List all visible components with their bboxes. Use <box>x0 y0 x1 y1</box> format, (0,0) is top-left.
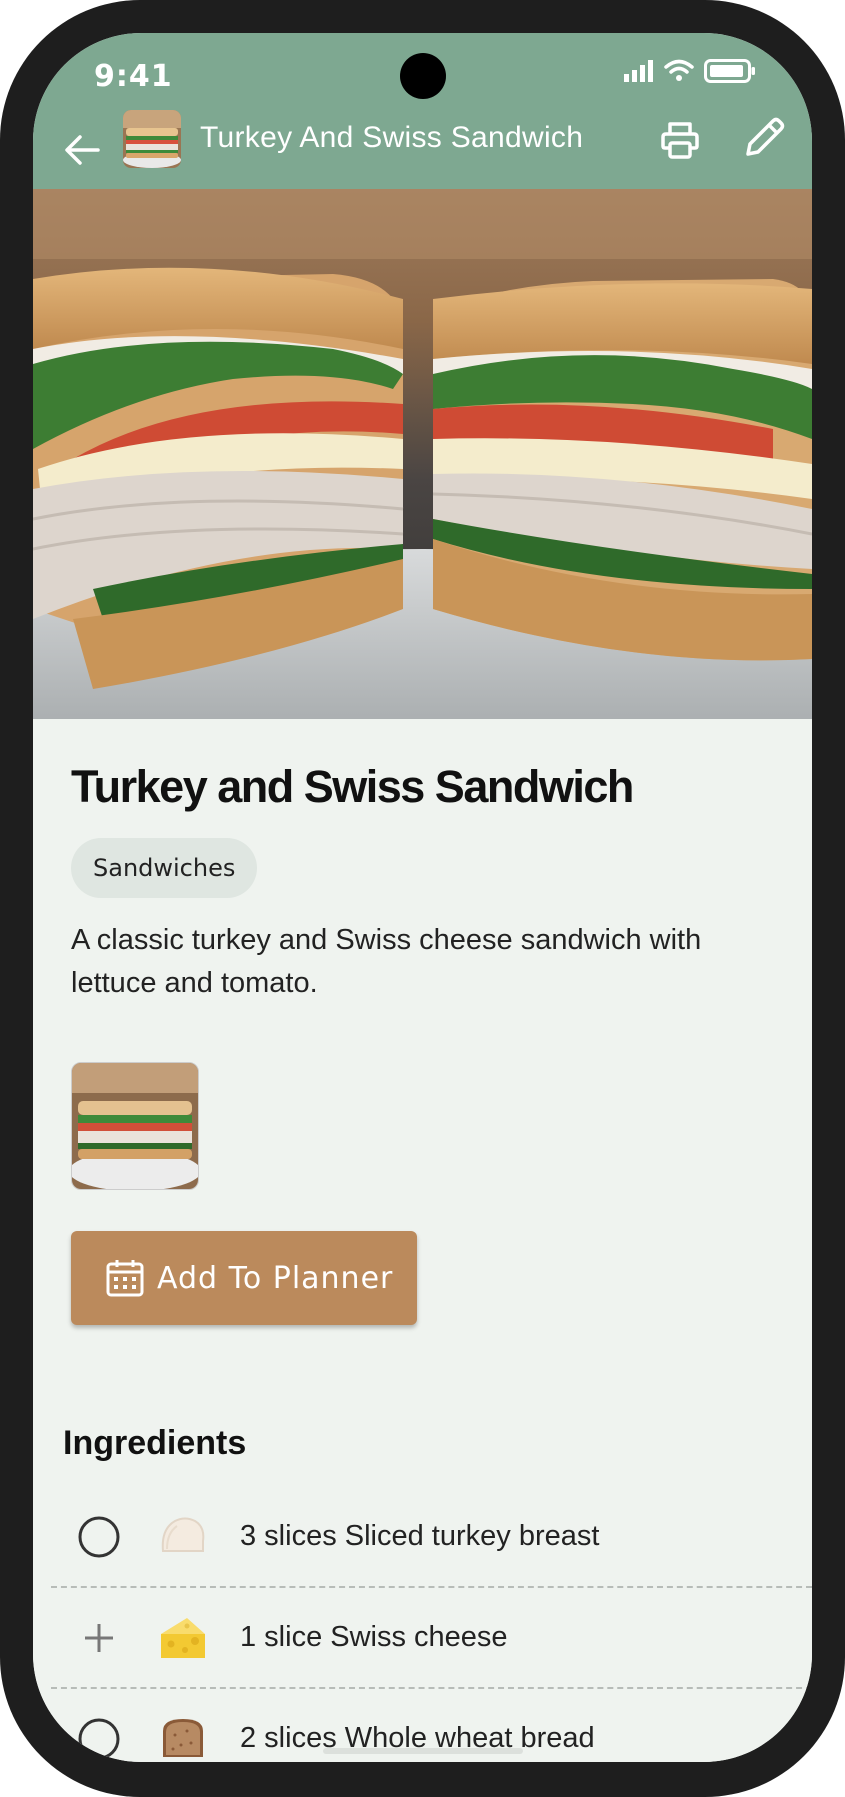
edit-button[interactable] <box>739 113 789 163</box>
ingredient-add-button[interactable] <box>75 1614 123 1662</box>
app-bar-title: Turkey And Swiss Sandwich <box>200 121 584 154</box>
bread-icon <box>157 1713 209 1763</box>
pencil-icon <box>746 117 785 156</box>
hero-image <box>33 189 812 719</box>
battery-icon <box>704 59 755 83</box>
signal-icon <box>624 60 653 82</box>
status-time: 9:41 <box>94 59 173 94</box>
gallery-thumbnail[interactable] <box>71 1062 199 1190</box>
calendar-icon <box>106 1260 144 1297</box>
device-frame: 9:41 Turkey And Swiss Sandwich Turkey an… <box>0 0 845 1797</box>
turkey-slice-icon <box>157 1511 209 1563</box>
ingredient-text: 3 slices Sliced turkey breast <box>240 1520 600 1552</box>
recipe-title: Turkey and Swiss Sandwich <box>71 761 634 812</box>
ingredient-row[interactable]: 3 slices Sliced turkey breast <box>51 1487 812 1588</box>
app-bar: 9:41 Turkey And Swiss Sandwich <box>33 33 812 189</box>
plus-icon <box>85 1623 113 1652</box>
home-indicator <box>323 1748 523 1754</box>
ingredient-checkbox[interactable] <box>75 1513 123 1561</box>
circle-icon <box>78 1516 120 1557</box>
circle-icon <box>78 1718 120 1759</box>
ingredients-heading: Ingredients <box>63 1424 247 1462</box>
ingredient-list: 3 slices Sliced turkey breast 1 slice Sw… <box>51 1487 812 1762</box>
ingredient-row[interactable]: 1 slice Swiss cheese <box>51 1588 812 1689</box>
arrow-left-icon <box>65 135 100 165</box>
cheese-icon <box>157 1612 209 1664</box>
ingredient-checkbox[interactable] <box>75 1715 123 1763</box>
add-to-planner-button[interactable]: Add To Planner <box>71 1231 417 1325</box>
recipe-description: A classic turkey and Swiss cheese sandwi… <box>71 924 702 999</box>
ingredient-text: 1 slice Swiss cheese <box>240 1621 508 1653</box>
printer-icon <box>661 122 699 159</box>
camera-cutout <box>400 53 446 99</box>
status-icons <box>624 59 756 83</box>
add-to-planner-label: Add To Planner <box>157 1260 394 1296</box>
print-button[interactable] <box>655 115 705 165</box>
back-button[interactable] <box>57 125 107 175</box>
app-screen: 9:41 Turkey And Swiss Sandwich Turkey an… <box>33 33 812 1762</box>
toolbar: Turkey And Swiss Sandwich <box>33 110 812 197</box>
wifi-icon <box>664 59 694 81</box>
category-chip[interactable]: Sandwiches <box>71 838 258 898</box>
recipe-content: Turkey and Swiss Sandwich Sandwiches A c… <box>33 719 812 1762</box>
recipe-thumbnail <box>123 110 181 168</box>
